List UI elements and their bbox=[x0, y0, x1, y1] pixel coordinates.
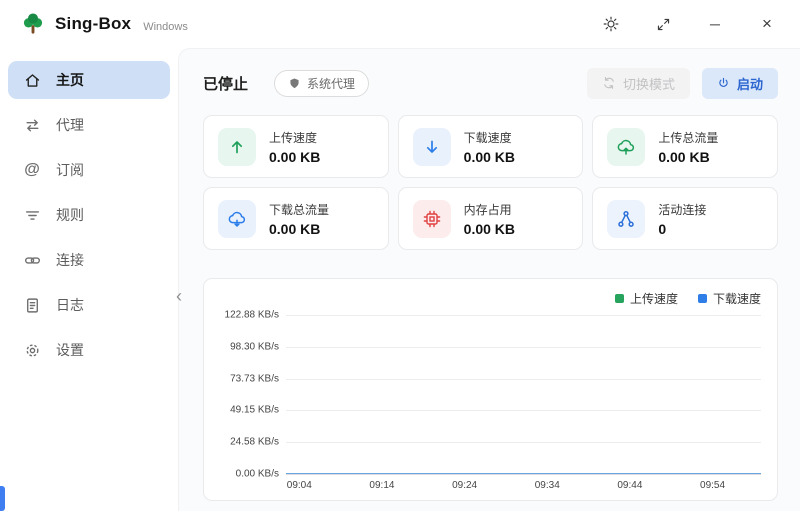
gear-icon bbox=[23, 341, 41, 359]
shield-icon bbox=[288, 77, 301, 90]
legend-item-upload: 上传速度 bbox=[615, 290, 678, 307]
stat-value: 0 bbox=[658, 221, 706, 237]
stat-card-upload-total: 上传总流量 0.00 KB bbox=[592, 115, 778, 178]
sidebar-item-label: 规则 bbox=[56, 205, 84, 225]
x-tick: 09:24 bbox=[452, 480, 477, 491]
system-proxy-badge-label: 系统代理 bbox=[307, 75, 355, 92]
app-window: Sing-Box Windows ─ × bbox=[0, 0, 800, 511]
stat-card-download-total: 下载总流量 0.00 KB bbox=[203, 187, 389, 250]
chart-legend: 上传速度 下载速度 bbox=[218, 290, 761, 307]
power-icon bbox=[717, 77, 730, 90]
sidebar: 主页 代理 @ 订阅 规则 bbox=[0, 48, 178, 511]
sidebar-item-label: 订阅 bbox=[56, 160, 84, 180]
swap-arrows-icon bbox=[23, 116, 41, 134]
close-button[interactable]: × bbox=[748, 9, 786, 39]
chart-series-lines bbox=[286, 315, 761, 474]
sidebar-item-subscription[interactable]: @ 订阅 bbox=[8, 151, 170, 189]
y-tick: 49.15 KB/s bbox=[230, 405, 279, 416]
stat-card-upload-speed: 上传速度 0.00 KB bbox=[203, 115, 389, 178]
chart-y-axis: 122.88 KB/s 98.30 KB/s 73.73 KB/s 49.15 … bbox=[218, 315, 286, 474]
stat-label: 下载速度 bbox=[464, 129, 515, 146]
memory-chip-icon bbox=[413, 200, 451, 238]
fullscreen-icon[interactable] bbox=[644, 9, 682, 39]
sidebar-item-label: 主页 bbox=[56, 70, 84, 90]
y-tick: 73.73 KB/s bbox=[230, 373, 279, 384]
stat-value: 0.00 KB bbox=[658, 149, 718, 165]
tree-logo-icon bbox=[20, 11, 46, 37]
stat-value: 0.00 KB bbox=[269, 221, 329, 237]
chart-body: 122.88 KB/s 98.30 KB/s 73.73 KB/s 49.15 … bbox=[218, 315, 761, 494]
switch-mode-button-label: 切换模式 bbox=[623, 74, 675, 93]
sidebar-item-settings[interactable]: 设置 bbox=[8, 331, 170, 369]
start-button[interactable]: 启动 bbox=[702, 68, 778, 99]
y-tick: 98.30 KB/s bbox=[230, 341, 279, 352]
sidebar-item-rules[interactable]: 规则 bbox=[8, 196, 170, 234]
stat-card-download-speed: 下载速度 0.00 KB bbox=[398, 115, 584, 178]
stat-label: 活动连接 bbox=[658, 201, 706, 218]
brand: Sing-Box Windows bbox=[20, 11, 188, 37]
stat-value: 0.00 KB bbox=[464, 149, 515, 165]
x-tick: 09:14 bbox=[369, 480, 394, 491]
chart-x-axis: 09:04 09:14 09:24 09:34 09:44 09:54 bbox=[286, 474, 761, 494]
legend-label: 下载速度 bbox=[713, 290, 761, 307]
legend-swatch-download bbox=[698, 294, 707, 303]
status-row: 已停止 系统代理 切换模式 bbox=[203, 67, 778, 99]
y-tick: 24.58 KB/s bbox=[230, 437, 279, 448]
y-tick: 122.88 KB/s bbox=[225, 310, 279, 321]
stat-card-memory: 内存占用 0.00 KB bbox=[398, 187, 584, 250]
arrow-up-icon bbox=[218, 128, 256, 166]
document-icon bbox=[23, 296, 41, 314]
arrow-down-icon bbox=[413, 128, 451, 166]
at-sign-icon: @ bbox=[23, 161, 41, 179]
sidebar-collapse-handle[interactable]: ‹ bbox=[170, 281, 188, 311]
filter-lines-icon bbox=[23, 206, 41, 224]
stats-grid: 上传速度 0.00 KB 下载速度 0.00 KB bbox=[203, 115, 778, 250]
titlebar: Sing-Box Windows ─ × bbox=[0, 0, 800, 48]
switch-mode-button[interactable]: 切换模式 bbox=[587, 68, 690, 99]
chart-plot-wrap: 09:04 09:14 09:24 09:34 09:44 09:54 bbox=[286, 315, 761, 494]
cloud-upload-icon bbox=[607, 128, 645, 166]
sidebar-item-label: 设置 bbox=[56, 340, 84, 360]
main-content: ‹ 已停止 系统代理 bbox=[178, 48, 800, 511]
cloud-download-icon bbox=[218, 200, 256, 238]
legend-item-download: 下载速度 bbox=[698, 290, 761, 307]
stat-value: 0.00 KB bbox=[269, 149, 320, 165]
edge-accent-bar bbox=[0, 486, 5, 511]
stat-label: 上传速度 bbox=[269, 129, 320, 146]
x-tick: 09:04 bbox=[287, 480, 312, 491]
stat-value: 0.00 KB bbox=[464, 221, 515, 237]
home-icon bbox=[23, 71, 41, 89]
sidebar-item-label: 连接 bbox=[56, 250, 84, 270]
branch-icon bbox=[607, 200, 645, 238]
traffic-chart-card: 上传速度 下载速度 122.88 KB/s 98.30 KB/s 73.73 K… bbox=[203, 278, 778, 501]
stat-label: 内存占用 bbox=[464, 201, 515, 218]
stat-label: 上传总流量 bbox=[658, 129, 718, 146]
legend-swatch-upload bbox=[615, 294, 624, 303]
link-icon bbox=[23, 251, 41, 269]
x-tick: 09:44 bbox=[617, 480, 642, 491]
sidebar-item-label: 日志 bbox=[56, 295, 84, 315]
sidebar-item-label: 代理 bbox=[56, 115, 84, 135]
sync-icon bbox=[602, 76, 616, 90]
system-proxy-badge[interactable]: 系统代理 bbox=[274, 70, 369, 97]
chart-plot bbox=[286, 315, 761, 474]
legend-label: 上传速度 bbox=[630, 290, 678, 307]
stat-card-active-connections: 活动连接 0 bbox=[592, 187, 778, 250]
sidebar-item-proxy[interactable]: 代理 bbox=[8, 106, 170, 144]
app-title: Sing-Box bbox=[55, 14, 131, 34]
y-tick: 0.00 KB/s bbox=[236, 469, 279, 480]
app-body: 主页 代理 @ 订阅 规则 bbox=[0, 48, 800, 511]
sidebar-item-logs[interactable]: 日志 bbox=[8, 286, 170, 324]
window-controls: ─ × bbox=[592, 9, 786, 39]
x-tick: 09:34 bbox=[535, 480, 560, 491]
sidebar-item-home[interactable]: 主页 bbox=[8, 61, 170, 99]
status-state-label: 已停止 bbox=[203, 73, 248, 94]
x-tick: 09:54 bbox=[700, 480, 725, 491]
platform-label: Windows bbox=[143, 21, 188, 33]
stat-label: 下载总流量 bbox=[269, 201, 329, 218]
minimize-button[interactable]: ─ bbox=[696, 9, 734, 39]
theme-toggle-icon[interactable] bbox=[592, 9, 630, 39]
start-button-label: 启动 bbox=[737, 74, 763, 93]
sidebar-item-connections[interactable]: 连接 bbox=[8, 241, 170, 279]
